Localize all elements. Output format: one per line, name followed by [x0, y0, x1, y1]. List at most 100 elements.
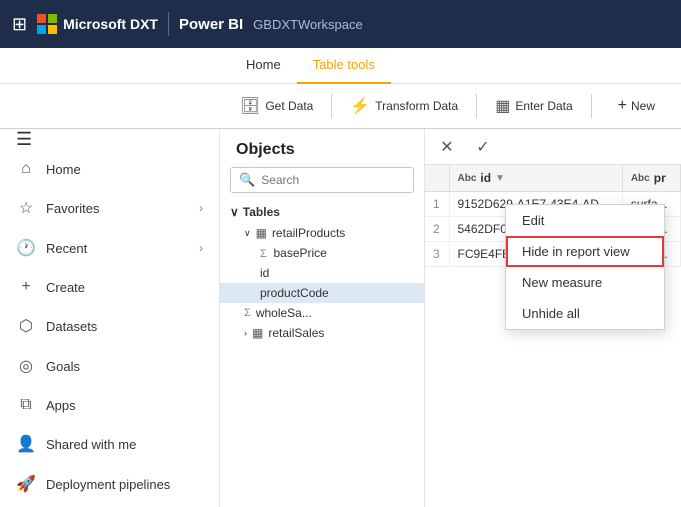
sidebar-item-deployment[interactable]: 🚀 Deployment pipelines [0, 464, 219, 504]
sidebar-label-goals: Goals [46, 359, 203, 374]
sidebar-label-datasets: Datasets [46, 319, 203, 334]
sidebar-item-favorites[interactable]: ☆ Favorites › [0, 188, 219, 228]
main-layout: ☰ ⌂ Home ☆ Favorites › 🕐 Recent › + Crea… [0, 129, 681, 507]
new-label: New [631, 99, 655, 113]
new-plus-icon: + [618, 97, 627, 115]
sigma-icon-wholesale: Σ [244, 307, 251, 319]
sidebar-item-apps[interactable]: ⧉ Apps [0, 386, 219, 424]
chevron-recent-icon: › [199, 241, 203, 255]
ribbon-actions: 🗄 Get Data ⚡ Transform Data ▦ Enter Data… [0, 84, 681, 128]
sidebar-label-favorites: Favorites [46, 201, 189, 216]
tables-section-header[interactable]: ∨ Tables [220, 201, 424, 223]
transform-data-button[interactable]: ⚡ Transform Data [340, 91, 468, 121]
microsoft-logo [37, 14, 57, 34]
retailProducts-chevron-icon: ∨ [244, 228, 251, 239]
sidebar-label-create: Create [46, 280, 203, 295]
tree-item-id[interactable]: id [220, 263, 424, 283]
company-name: Microsoft DXT [63, 16, 158, 32]
sidebar-item-recent[interactable]: 🕐 Recent › [0, 228, 219, 268]
deployment-icon: 🚀 [16, 474, 36, 494]
objects-tree: ∨ Tables ∨ ▦ retailProducts Σ basePrice … [220, 201, 424, 507]
context-menu-edit[interactable]: Edit [506, 205, 664, 236]
sidebar-item-datasets[interactable]: ⬡ Datasets [0, 306, 219, 346]
th-rownum [425, 165, 449, 192]
apps-icon: ⧉ [16, 396, 36, 414]
th-id: Abc id ▼ [449, 165, 622, 192]
data-area: ✕ ✓ Abc id ▼ [425, 129, 681, 507]
topbar-divider [168, 12, 169, 36]
ribbon-sep-2 [476, 94, 477, 118]
sidebar-label-recent: Recent [46, 241, 189, 256]
goals-icon: ◎ [16, 356, 36, 376]
objects-title: Objects [220, 129, 424, 167]
home-icon: ⌂ [16, 160, 36, 178]
sidebar-item-home[interactable]: ⌂ Home [0, 150, 219, 188]
tab-home[interactable]: Home [230, 48, 297, 84]
transform-icon: ⚡ [350, 96, 370, 116]
retailSales-chevron-icon: › [244, 328, 247, 338]
hamburger-icon: ☰ [16, 129, 32, 150]
sidebar-item-shared[interactable]: 👤 Shared with me [0, 424, 219, 464]
create-icon: + [16, 278, 36, 296]
col-id-label: id [480, 171, 491, 185]
sidebar-toggle[interactable]: ☰ [0, 129, 219, 150]
col-pr-label: pr [654, 171, 666, 185]
abc-id-icon: Abc [458, 173, 477, 184]
search-icon: 🔍 [239, 172, 255, 188]
sidebar-label-home: Home [46, 162, 203, 177]
sidebar-item-create[interactable]: + Create [0, 268, 219, 306]
context-menu-hide-report[interactable]: Hide in report view [506, 236, 664, 267]
enter-data-icon: ▦ [495, 96, 510, 116]
row-num-1: 1 [425, 192, 449, 217]
ribbon-sep-1 [331, 94, 332, 118]
objects-panel: Objects 🔍 ∨ Tables ∨ ▦ retailProducts Σ … [220, 129, 425, 507]
recent-icon: 🕐 [16, 238, 36, 258]
enter-data-button[interactable]: ▦ Enter Data [485, 91, 583, 121]
transform-label: Transform Data [375, 99, 458, 113]
ribbon-tabs: Home Table tools [0, 48, 681, 84]
th-pr: Abc pr [622, 165, 680, 192]
check-toolbar-btn[interactable]: ✓ [469, 133, 497, 161]
abc-pr-icon: Abc [631, 173, 650, 184]
grid-icon[interactable]: ⊞ [12, 14, 27, 35]
table-icon-retailProducts: ▦ [256, 226, 267, 240]
tree-label-retailSales: retailSales [268, 326, 324, 340]
topbar: ⊞ Microsoft DXT Power BI GBDXTWorkspace [0, 0, 681, 48]
search-input[interactable] [261, 173, 405, 187]
tree-item-retailSales[interactable]: › ▦ retailSales [220, 323, 424, 343]
context-menu: Edit Hide in report view New measure Unh… [505, 204, 665, 330]
context-menu-new-measure[interactable]: New measure [506, 267, 664, 298]
sigma-icon-basePrice: Σ [260, 248, 267, 260]
sidebar-label-shared: Shared with me [46, 437, 203, 452]
search-box[interactable]: 🔍 [230, 167, 414, 193]
get-data-label: Get Data [265, 99, 313, 113]
company-logo: Microsoft DXT [37, 14, 158, 34]
tables-section-label: Tables [243, 205, 280, 219]
sidebar-label-deployment: Deployment pipelines [46, 477, 203, 492]
tree-item-productCode[interactable]: productCode [220, 283, 424, 303]
tab-table-tools[interactable]: Table tools [297, 48, 391, 84]
table-icon-retailSales: ▦ [252, 326, 263, 340]
row-num-2: 2 [425, 217, 449, 242]
workspace-name: GBDXTWorkspace [253, 17, 363, 32]
tree-item-basePrice[interactable]: Σ basePrice [220, 243, 424, 263]
chevron-favorites-icon: › [199, 201, 203, 215]
sidebar: ☰ ⌂ Home ☆ Favorites › 🕐 Recent › + Crea… [0, 129, 220, 507]
new-button[interactable]: + New [608, 92, 665, 120]
tree-item-wholeSale[interactable]: Σ wholeSa... [220, 303, 424, 323]
enter-data-label: Enter Data [515, 99, 572, 113]
get-data-button[interactable]: 🗄 Get Data [230, 91, 323, 121]
tree-label-retailProducts: retailProducts [272, 226, 345, 240]
tree-item-retailProducts[interactable]: ∨ ▦ retailProducts [220, 223, 424, 243]
ribbon-sep-3 [591, 94, 592, 118]
shared-icon: 👤 [16, 434, 36, 454]
ribbon: Home Table tools 🗄 Get Data ⚡ Transform … [0, 48, 681, 129]
product-name: Power BI [179, 16, 243, 33]
close-toolbar-btn[interactable]: ✕ [433, 133, 461, 161]
tree-label-wholeSale: wholeSa... [256, 306, 312, 320]
favorites-icon: ☆ [16, 198, 36, 218]
tables-chevron-icon: ∨ [230, 205, 239, 219]
col-id-dropdown-icon[interactable]: ▼ [495, 173, 505, 184]
context-menu-unhide[interactable]: Unhide all [506, 298, 664, 329]
sidebar-item-goals[interactable]: ◎ Goals [0, 346, 219, 386]
